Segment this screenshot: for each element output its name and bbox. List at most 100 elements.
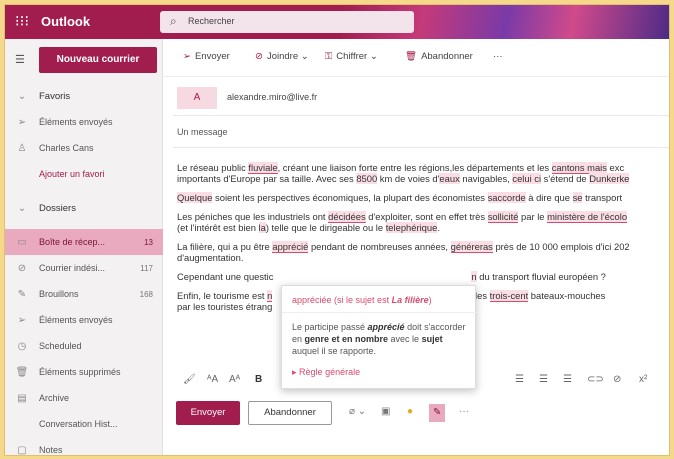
trash-icon: 🗑 — [15, 366, 29, 378]
sidebar-item-conversation-history[interactable]: Conversation Hist... — [5, 411, 163, 437]
bold-icon[interactable]: B — [255, 374, 262, 385]
app-launcher-icon[interactable]: ⁝⁝⁝ — [13, 13, 31, 31]
body-text: transport — [582, 192, 625, 203]
flagged-word[interactable]: généreras — [450, 241, 493, 253]
superscript-icon[interactable]: x² — [639, 374, 647, 385]
align-center-icon[interactable]: ☰ — [539, 374, 548, 385]
body-text: exc — [606, 162, 625, 173]
person-icon: ♙ — [17, 142, 27, 154]
body-paragraph: Cependant une questic n du transport flu… — [177, 271, 669, 282]
attach-icon[interactable]: ⌀ ⌄ — [349, 406, 366, 417]
flagged-word[interactable]: Quelque — [177, 192, 213, 203]
body-text: soient les perspectives économiques, la … — [212, 192, 488, 203]
image-icon[interactable]: ▣ — [381, 406, 390, 417]
body-paragraph: Les péniches que les industriels ont déc… — [177, 211, 669, 233]
sidebar-item-sent[interactable]: ➢ Éléments envoyés — [5, 307, 163, 333]
favorites-header[interactable]: ⌄ Favoris — [5, 83, 163, 109]
body-text: importants d'Europe par sa taille. Avec … — [177, 173, 357, 184]
link-icon[interactable]: ⊂⊃ — [587, 374, 604, 385]
body-text: Le réseau public — [177, 162, 249, 173]
flagged-word[interactable]: saccorde — [487, 192, 526, 203]
chevron-down-icon: ⌄ — [17, 90, 27, 102]
divider — [173, 147, 669, 148]
subject-field[interactable]: Un message — [177, 127, 228, 137]
sidebar-item-sent-fav[interactable]: ➢ Éléments envoyés — [5, 109, 163, 135]
to-button[interactable]: A — [177, 87, 217, 109]
body-text: d'exploiter, sont en effet très — [365, 211, 488, 222]
suggestion-title[interactable]: appréciée (si le sujet est La filière) — [292, 295, 432, 305]
toolbar-discard-button[interactable]: 🗑 Abandonner — [405, 51, 473, 62]
flagged-word[interactable]: 8500 — [356, 173, 378, 184]
body-text: , créant une liaison forte entre les rég… — [277, 162, 552, 173]
unlink-icon[interactable]: ⊘ — [613, 374, 621, 385]
app-title: Outlook — [41, 14, 91, 29]
discard-button[interactable]: Abandonner — [248, 401, 332, 425]
flagged-word[interactable]: sollicité — [487, 211, 519, 223]
body-text: La filière, qui a pu être — [177, 241, 273, 252]
recipient-chip[interactable]: alexandre.miro@live.fr — [227, 92, 317, 102]
sidebar-item-archive[interactable]: ▤ Archive — [5, 385, 163, 411]
toolbar-attach-button[interactable]: ⊘ Joindre ⌄ — [255, 51, 309, 62]
flagged-word[interactable]: apprécié — [272, 241, 309, 253]
inbox-icon: ▭ — [17, 236, 27, 248]
sidebar-item-notes[interactable]: ▢ Notes — [5, 437, 163, 456]
search-box[interactable]: ⌕ Rechercher — [160, 11, 414, 33]
body-text: (et l'intérêt est bien — [177, 222, 259, 233]
trash-icon: 🗑 — [405, 51, 418, 62]
flagged-word[interactable]: se — [572, 192, 583, 203]
sidebar-item-scheduled[interactable]: ◷ Scheduled — [5, 333, 163, 359]
body-paragraph: Quelque soient les perspectives économiq… — [177, 192, 669, 203]
body-paragraph: La filière, qui a pu être apprécié penda… — [177, 241, 669, 263]
flagged-word[interactable]: Dunkerke — [589, 173, 630, 184]
body-text: Les péniches que les industriels ont — [177, 211, 329, 222]
paperclip-icon: ⊘ — [255, 51, 263, 62]
editor-icon[interactable]: ✎ — [429, 404, 446, 422]
folders-header[interactable]: ⌄ Dossiers — [5, 195, 163, 221]
body-text: Enfin, le tourisme est — [177, 290, 268, 301]
notes-icon: ▢ — [17, 444, 27, 456]
body-text: ) telle que le dirigeable ou le — [265, 222, 386, 233]
flagged-word[interactable]: ministère de l'écolo — [547, 211, 628, 223]
compose-toolbar: ➢ Envoyer ⊘ Joindre ⌄ ⚿ Chiffrer ⌄ 🗑 Abandon… — [163, 39, 669, 77]
send-icon: ➢ — [183, 51, 191, 62]
body-text: par les touristes étrang — [177, 301, 273, 312]
flagged-word[interactable]: la — [258, 222, 266, 233]
body-text: Cependant une questic — [177, 271, 274, 282]
outlook-window: ⁝⁝⁝ Outlook ⌕ Rechercher ☰ Nouveau courr… — [4, 4, 670, 456]
body-text: bateaux-mouches — [528, 290, 606, 301]
folder-pane: ☰ Nouveau courrier ⌄ Favoris ➢ Éléments … — [5, 39, 163, 456]
sidebar-item-charles-cans[interactable]: ♙ Charles Cans — [5, 135, 163, 161]
send-button[interactable]: Envoyer — [176, 401, 240, 425]
more-options-button[interactable]: ··· — [459, 406, 469, 417]
menu-icon[interactable]: ☰ — [15, 53, 25, 66]
align-right-icon[interactable]: ☰ — [563, 374, 572, 385]
toolbar-send-button[interactable]: ➢ Envoyer — [183, 51, 230, 62]
suggestion-explanation: Le participe passé apprécié doit s'accor… — [292, 322, 466, 356]
lock-icon: ⚿ — [325, 51, 333, 62]
align-left-icon[interactable]: ☰ — [515, 374, 524, 385]
format-painter-icon[interactable]: 🖌 — [183, 374, 196, 385]
sidebar-item-drafts[interactable]: ✎ Brouillons 168 — [5, 281, 163, 307]
clock-icon: ◷ — [17, 340, 27, 352]
sidebar-item-junk[interactable]: ⊘ Courrier indési... 117 — [5, 255, 163, 281]
send-icon: ➢ — [17, 116, 27, 128]
flagged-word[interactable]: telephérique — [385, 222, 438, 233]
toolbar-encrypt-button[interactable]: ⚿ Chiffrer ⌄ — [325, 51, 378, 62]
body-text: près de 10 000 emplois d'ici 202 — [492, 241, 630, 252]
font-size-decrease-icon[interactable]: ᴬA — [207, 374, 218, 385]
add-favorite-link[interactable]: Ajouter un favori — [5, 161, 163, 187]
toolbar-more-button[interactable]: ··· — [493, 51, 503, 62]
font-size-increase-icon[interactable]: Aᴬ — [229, 374, 240, 385]
body-text: par le — [518, 211, 548, 222]
sidebar-item-deleted[interactable]: 🗑 Éléments supprimés — [5, 359, 163, 385]
sidebar-item-inbox[interactable]: ▭ Boîte de récep... 13 — [5, 229, 163, 255]
flagged-word[interactable]: celui ci — [512, 173, 542, 184]
new-mail-button[interactable]: Nouveau courrier — [39, 47, 157, 73]
body-text: s'étend de — [541, 173, 590, 184]
chevron-down-icon: ⌄ — [369, 51, 378, 62]
format-toolbar: 🖌 ᴬA Aᴬ B ☰ ☰ ☰ ⊂⊃ ⊘ x² — [175, 369, 669, 393]
emoji-icon[interactable]: ● — [407, 406, 413, 417]
flagged-word[interactable]: trois-cent — [489, 290, 529, 302]
flagged-word[interactable]: eaux — [439, 173, 460, 184]
search-placeholder: Rechercher — [188, 16, 235, 26]
